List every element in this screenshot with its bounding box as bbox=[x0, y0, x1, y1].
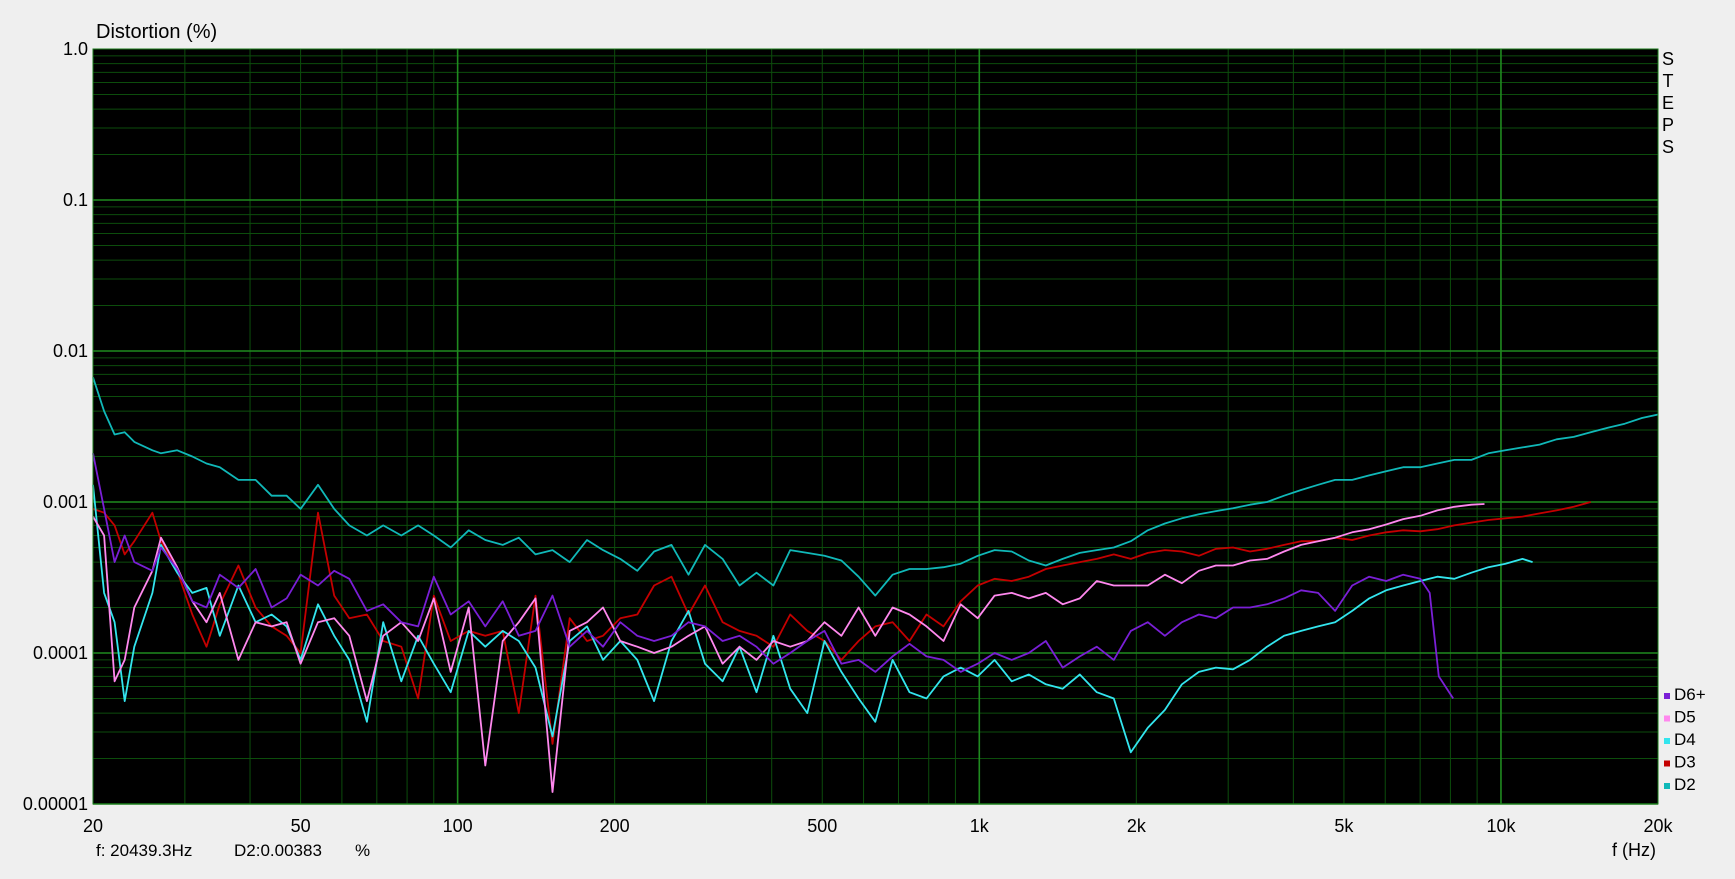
x-tick-label: 5k bbox=[1334, 816, 1354, 836]
chart-title: Distortion (%) bbox=[96, 21, 217, 43]
x-tick-label: 10k bbox=[1486, 816, 1516, 836]
legend-label: D6+ bbox=[1674, 685, 1706, 704]
readout-value: D2:0.00383 bbox=[234, 841, 322, 860]
y-tick-label: 0.0001 bbox=[33, 643, 88, 663]
readout-unit: % bbox=[355, 841, 370, 860]
legend-swatch bbox=[1664, 738, 1670, 744]
legend-label: D4 bbox=[1674, 730, 1696, 749]
readout-frequency: f: 20439.3Hz bbox=[96, 841, 192, 860]
legend-swatch bbox=[1664, 715, 1670, 722]
legend-swatch bbox=[1664, 760, 1670, 767]
x-tick-label: 20k bbox=[1643, 816, 1673, 836]
legend-swatch bbox=[1664, 783, 1670, 789]
y-tick-label: 0.01 bbox=[53, 341, 88, 361]
x-tick-label: 20 bbox=[83, 816, 103, 836]
x-tick-label: 500 bbox=[807, 816, 837, 836]
x-tick-label: 50 bbox=[291, 816, 311, 836]
steps-letter: P bbox=[1662, 115, 1674, 135]
steps-letter: S bbox=[1662, 137, 1674, 157]
x-tick-label: 2k bbox=[1127, 816, 1147, 836]
distortion-chart: 20 50 100 200 500 1k 2k 5k 10k 20k 1.0 0.1 0.01 0.00… bbox=[0, 0, 1735, 879]
steps-letter: T bbox=[1663, 71, 1674, 91]
legend-label: D2 bbox=[1674, 775, 1696, 794]
x-tick-label: 1k bbox=[970, 816, 990, 836]
x-tick-label: 100 bbox=[443, 816, 473, 836]
steps-letter: S bbox=[1662, 49, 1674, 69]
x-tick-label: 200 bbox=[600, 816, 630, 836]
y-tick-label: 0.00001 bbox=[23, 794, 88, 814]
x-axis-label: f (Hz) bbox=[1612, 840, 1656, 860]
y-tick-label: 1.0 bbox=[63, 39, 88, 59]
steps-letter: E bbox=[1662, 93, 1674, 113]
legend-label: D5 bbox=[1674, 708, 1696, 727]
y-tick-label: 0.001 bbox=[43, 492, 88, 512]
steps-side-label[interactable]: STEPS bbox=[1662, 49, 1674, 157]
y-tick-label: 0.1 bbox=[63, 190, 88, 210]
legend-label: D3 bbox=[1674, 753, 1696, 772]
plot-area[interactable] bbox=[93, 49, 1658, 804]
legend-swatch bbox=[1664, 693, 1670, 699]
